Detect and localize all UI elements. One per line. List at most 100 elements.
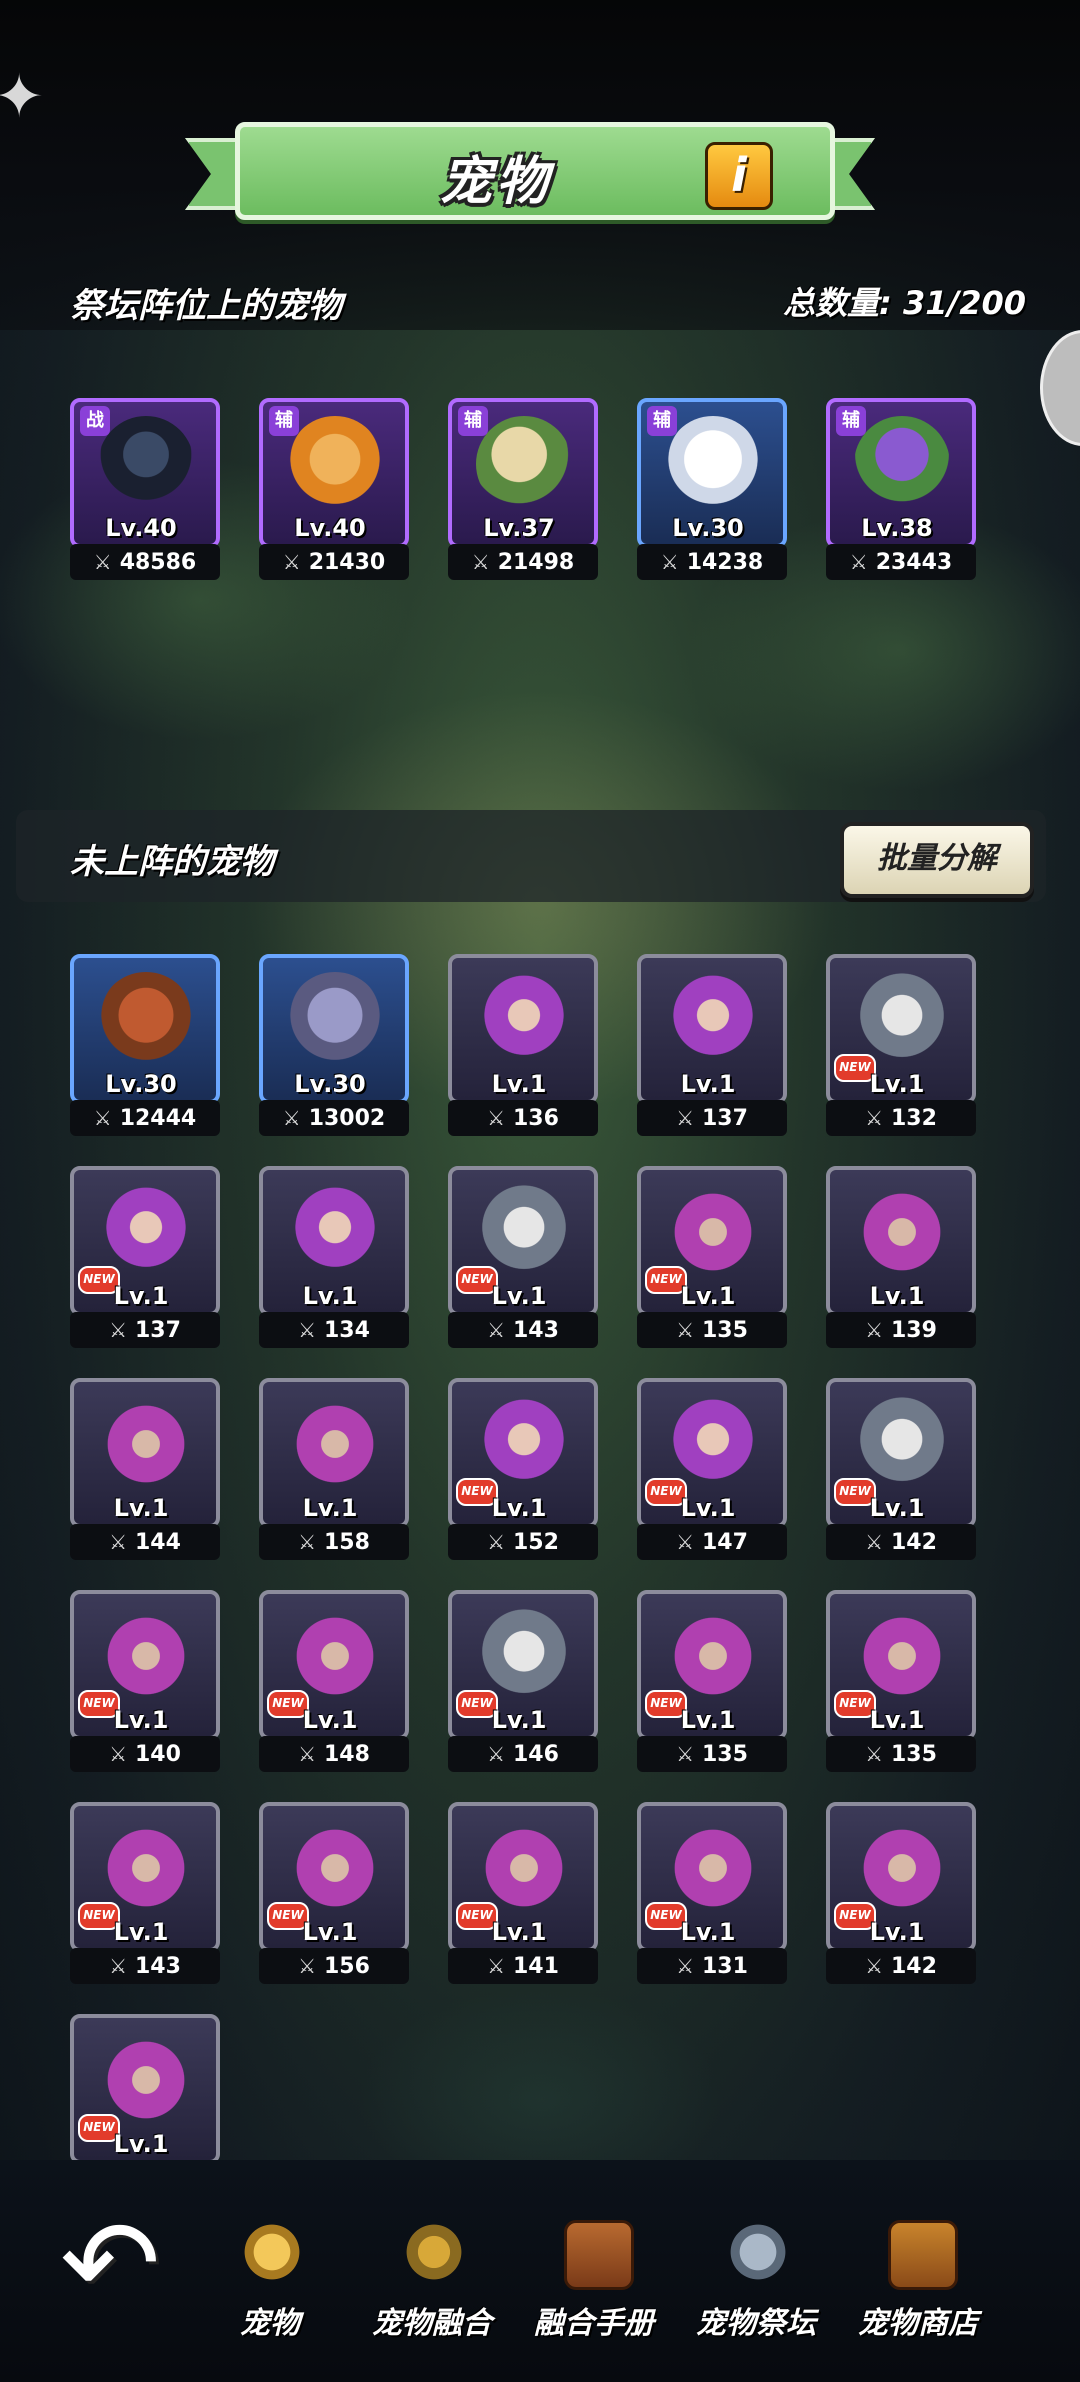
pet-portrait: 辅 Lv.40 bbox=[259, 398, 409, 548]
nav-item[interactable]: 宠物祭坛 bbox=[681, 2220, 831, 2341]
crossed-swords-icon: ⚔ bbox=[487, 1742, 505, 1766]
pet-card[interactable]: NEW Lv.1 ⚔ 142 bbox=[826, 1802, 976, 1986]
pet-power-value: 135 bbox=[702, 1318, 748, 1343]
pet-card[interactable]: Lv.1 ⚔ 158 bbox=[259, 1378, 409, 1562]
pet-level: Lv.1 bbox=[869, 1282, 925, 1310]
pet-power-value: 13002 bbox=[308, 1106, 386, 1131]
pet-level: Lv.1 bbox=[869, 1070, 925, 1098]
book-icon bbox=[564, 2220, 634, 2290]
pet-level: Lv.30 bbox=[672, 514, 744, 542]
pet-power: ⚔ 143 bbox=[70, 1948, 220, 1984]
pet-power-value: 135 bbox=[891, 1742, 937, 1767]
pet-power: ⚔ 134 bbox=[259, 1312, 409, 1348]
pet-card[interactable]: Lv.1 ⚔ 137 bbox=[637, 954, 787, 1138]
crossed-swords-icon: ⚔ bbox=[298, 1742, 316, 1766]
pet-power: ⚔ 137 bbox=[637, 1100, 787, 1136]
pet-portrait: Lv.1 bbox=[448, 954, 598, 1104]
crossed-swords-icon: ⚔ bbox=[865, 1106, 883, 1130]
nav-item[interactable]: 融合手册 bbox=[519, 2220, 669, 2341]
banner-body: 宠物 i bbox=[235, 122, 835, 220]
pet-power-value: 136 bbox=[513, 1106, 559, 1131]
pet-card[interactable]: NEW Lv.1 ⚔ 146 bbox=[448, 1590, 598, 1774]
pet-power: ⚔ 48586 bbox=[70, 544, 220, 580]
crossed-swords-icon: ⚔ bbox=[109, 1530, 127, 1554]
pet-card[interactable]: NEW Lv.1 ⚔ 148 bbox=[259, 1590, 409, 1774]
pet-card[interactable]: NEW Lv.1 ⚔ 140 bbox=[70, 1590, 220, 1774]
pet-card[interactable]: NEW Lv.1 ⚔ 152 bbox=[448, 1378, 598, 1562]
pet-power-value: 146 bbox=[513, 1742, 559, 1767]
pet-card[interactable]: NEW Lv.1 ⚔ 135 bbox=[637, 1590, 787, 1774]
pet-card[interactable]: NEW Lv.1 ⚔ 141 bbox=[448, 1802, 598, 1986]
pet-card[interactable]: NEW Lv.1 ⚔ 135 bbox=[826, 1590, 976, 1774]
title-banner: 宠物 i bbox=[185, 120, 875, 220]
crossed-swords-icon: ⚔ bbox=[487, 1954, 505, 1978]
pet-portrait: NEW Lv.1 bbox=[637, 1590, 787, 1740]
pet-bell-icon bbox=[240, 2220, 304, 2284]
shop-icon bbox=[888, 2220, 958, 2290]
pet-card[interactable]: Lv.1 ⚔ 136 bbox=[448, 954, 598, 1138]
pet-power-value: 147 bbox=[702, 1530, 748, 1555]
pet-card[interactable]: NEW Lv.1 ⚔ 156 bbox=[259, 1802, 409, 1986]
pet-power-value: 131 bbox=[702, 1954, 748, 1979]
back-arrow-icon[interactable]: ↶ bbox=[60, 2205, 190, 2325]
pet-level: Lv.40 bbox=[294, 514, 366, 542]
nav-item[interactable]: 宠物 bbox=[195, 2220, 345, 2341]
pet-portrait: NEW Lv.1 bbox=[826, 1590, 976, 1740]
pet-card[interactable]: 辅 Lv.30 ⚔ 14238 bbox=[637, 398, 787, 582]
pet-card[interactable]: 战 Lv.40 ⚔ 48586 bbox=[70, 398, 220, 582]
pet-power-value: 14238 bbox=[686, 550, 764, 575]
pet-card[interactable]: NEW Lv.1 ⚔ 137 bbox=[70, 1166, 220, 1350]
wizard-pet-art bbox=[854, 1184, 950, 1280]
nav-item[interactable]: 宠物商店 bbox=[843, 2220, 993, 2341]
info-button[interactable]: i bbox=[705, 142, 773, 210]
nav-item-label: 宠物融合 bbox=[372, 2306, 492, 2341]
pet-power-value: 144 bbox=[135, 1530, 181, 1555]
altar-section-label: 祭坛阵位上的宠物 bbox=[70, 286, 342, 326]
plant-pet-art bbox=[854, 416, 950, 512]
pet-portrait: NEW Lv.1 bbox=[826, 954, 976, 1104]
pet-level: Lv.1 bbox=[491, 1070, 547, 1098]
pet-card[interactable]: Lv.1 ⚔ 134 bbox=[259, 1166, 409, 1350]
role-badge: 辅 bbox=[647, 406, 677, 436]
batch-decompose-button[interactable]: 批量分解 bbox=[840, 822, 1034, 898]
pet-card[interactable]: Lv.1 ⚔ 139 bbox=[826, 1166, 976, 1350]
pet-card[interactable]: NEW Lv.1 ⚔ 143 bbox=[448, 1166, 598, 1350]
pet-power: ⚔ 144 bbox=[70, 1524, 220, 1560]
pet-card[interactable]: NEW Lv.1 ⚔ 147 bbox=[637, 1378, 787, 1562]
pet-card[interactable]: 辅 Lv.37 ⚔ 21498 bbox=[448, 398, 598, 582]
pet-level: Lv.1 bbox=[869, 1494, 925, 1522]
pet-level: Lv.1 bbox=[113, 1282, 169, 1310]
pet-card[interactable]: 辅 Lv.38 ⚔ 23443 bbox=[826, 398, 976, 582]
pet-level: Lv.1 bbox=[491, 1494, 547, 1522]
corner-gear-icon[interactable]: ✦ bbox=[0, 62, 44, 152]
pet-power: ⚔ 131 bbox=[637, 1948, 787, 1984]
nav-item[interactable]: 宠物融合 bbox=[357, 2220, 507, 2341]
pet-card[interactable]: NEW Lv.1 ⚔ 142 bbox=[826, 1378, 976, 1562]
pet-card[interactable]: Lv.30 ⚔ 12444 bbox=[70, 954, 220, 1138]
pet-card[interactable]: Lv.1 ⚔ 144 bbox=[70, 1378, 220, 1562]
pet-card[interactable]: 辅 Lv.40 ⚔ 21430 bbox=[259, 398, 409, 582]
nav-item-label: 宠物商店 bbox=[858, 2306, 978, 2341]
role-badge: 辅 bbox=[458, 406, 488, 436]
pet-power-value: 12444 bbox=[119, 1106, 197, 1131]
pet-portrait: NEW Lv.1 bbox=[448, 1802, 598, 1952]
pet-portrait: Lv.30 bbox=[259, 954, 409, 1104]
pet-card[interactable]: NEW Lv.1 ⚔ 135 bbox=[637, 1166, 787, 1350]
pet-portrait: NEW Lv.1 bbox=[637, 1802, 787, 1952]
ape-pet-art bbox=[98, 972, 194, 1068]
golem-pet-art bbox=[287, 972, 383, 1068]
crossed-swords-icon: ⚔ bbox=[109, 1742, 127, 1766]
pet-portrait: Lv.1 bbox=[826, 1166, 976, 1316]
pet-card[interactable]: NEW Lv.1 ⚔ 132 bbox=[826, 954, 976, 1138]
pet-card[interactable]: Lv.30 ⚔ 13002 bbox=[259, 954, 409, 1138]
wizard-pet-art bbox=[287, 1396, 383, 1492]
pet-level: Lv.1 bbox=[869, 1706, 925, 1734]
pet-power: ⚔ 23443 bbox=[826, 544, 976, 580]
pet-power-value: 134 bbox=[324, 1318, 370, 1343]
pet-card[interactable]: NEW Lv.1 ⚔ 131 bbox=[637, 1802, 787, 1986]
pet-portrait: NEW Lv.1 bbox=[70, 1590, 220, 1740]
pet-card[interactable]: NEW Lv.1 ⚔ 143 bbox=[70, 1802, 220, 1986]
pet-power: ⚔ 135 bbox=[826, 1736, 976, 1772]
pet-portrait: NEW Lv.1 bbox=[448, 1166, 598, 1316]
pet-power: ⚔ 147 bbox=[637, 1524, 787, 1560]
